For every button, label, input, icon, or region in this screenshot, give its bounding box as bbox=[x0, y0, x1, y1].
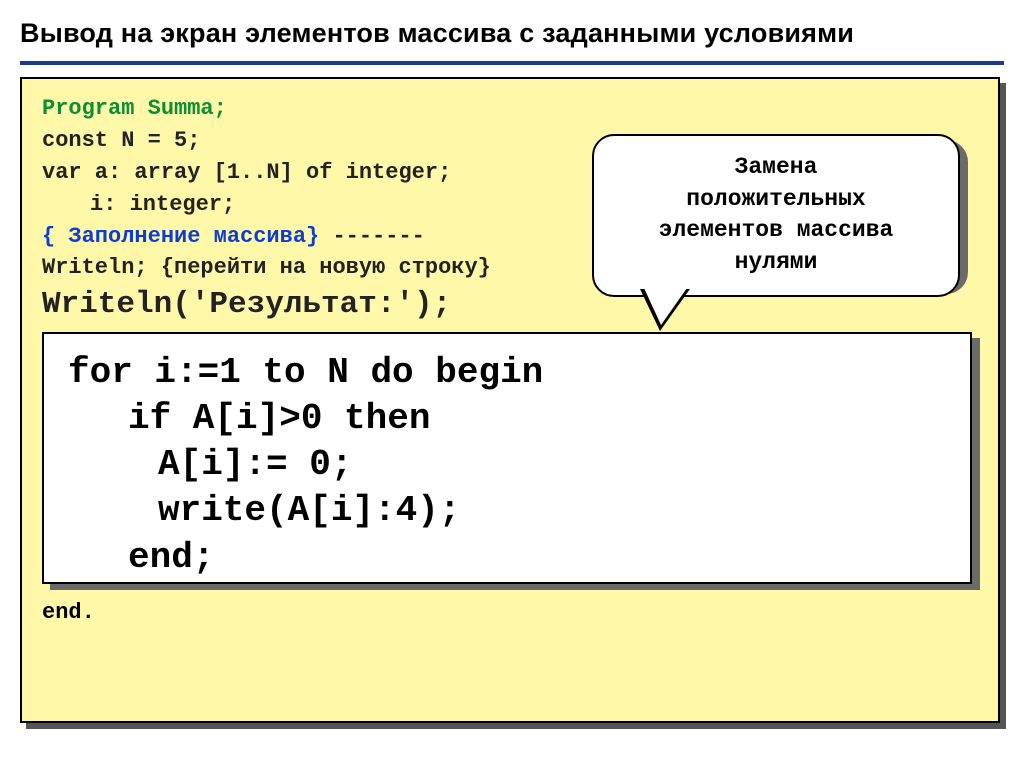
slide-title: Вывод на экран элементов массива с задан… bbox=[20, 18, 1004, 49]
inner-line-5: end; bbox=[68, 535, 946, 581]
inner-code-box: for i:=1 to N do begin if A[i]>0 then A[… bbox=[42, 332, 972, 584]
inner-line-4: write(A[i]:4); bbox=[68, 488, 946, 534]
code-line-1: Program Summa; bbox=[42, 93, 978, 125]
code-end: end. bbox=[42, 600, 978, 625]
dashes: ------- bbox=[319, 224, 425, 249]
callout-line-2: положительных bbox=[610, 184, 942, 216]
inner-line-1: for i:=1 to N do begin bbox=[68, 350, 946, 396]
callout-line-3: элементов массива bbox=[610, 215, 942, 247]
title-underline bbox=[20, 61, 1004, 65]
inner-line-2: if A[i]>0 then bbox=[68, 396, 946, 442]
callout-line-1: Замена bbox=[610, 152, 942, 184]
callout-line-4: нулями bbox=[610, 247, 942, 279]
code-panel: Program Summa; const N = 5; var a: array… bbox=[20, 77, 1000, 723]
comment-fill-array: { Заполнение массива} bbox=[42, 224, 319, 249]
inner-line-3: A[i]:= 0; bbox=[68, 442, 946, 488]
callout-bubble: Замена положительных элементов массива н… bbox=[592, 134, 972, 297]
